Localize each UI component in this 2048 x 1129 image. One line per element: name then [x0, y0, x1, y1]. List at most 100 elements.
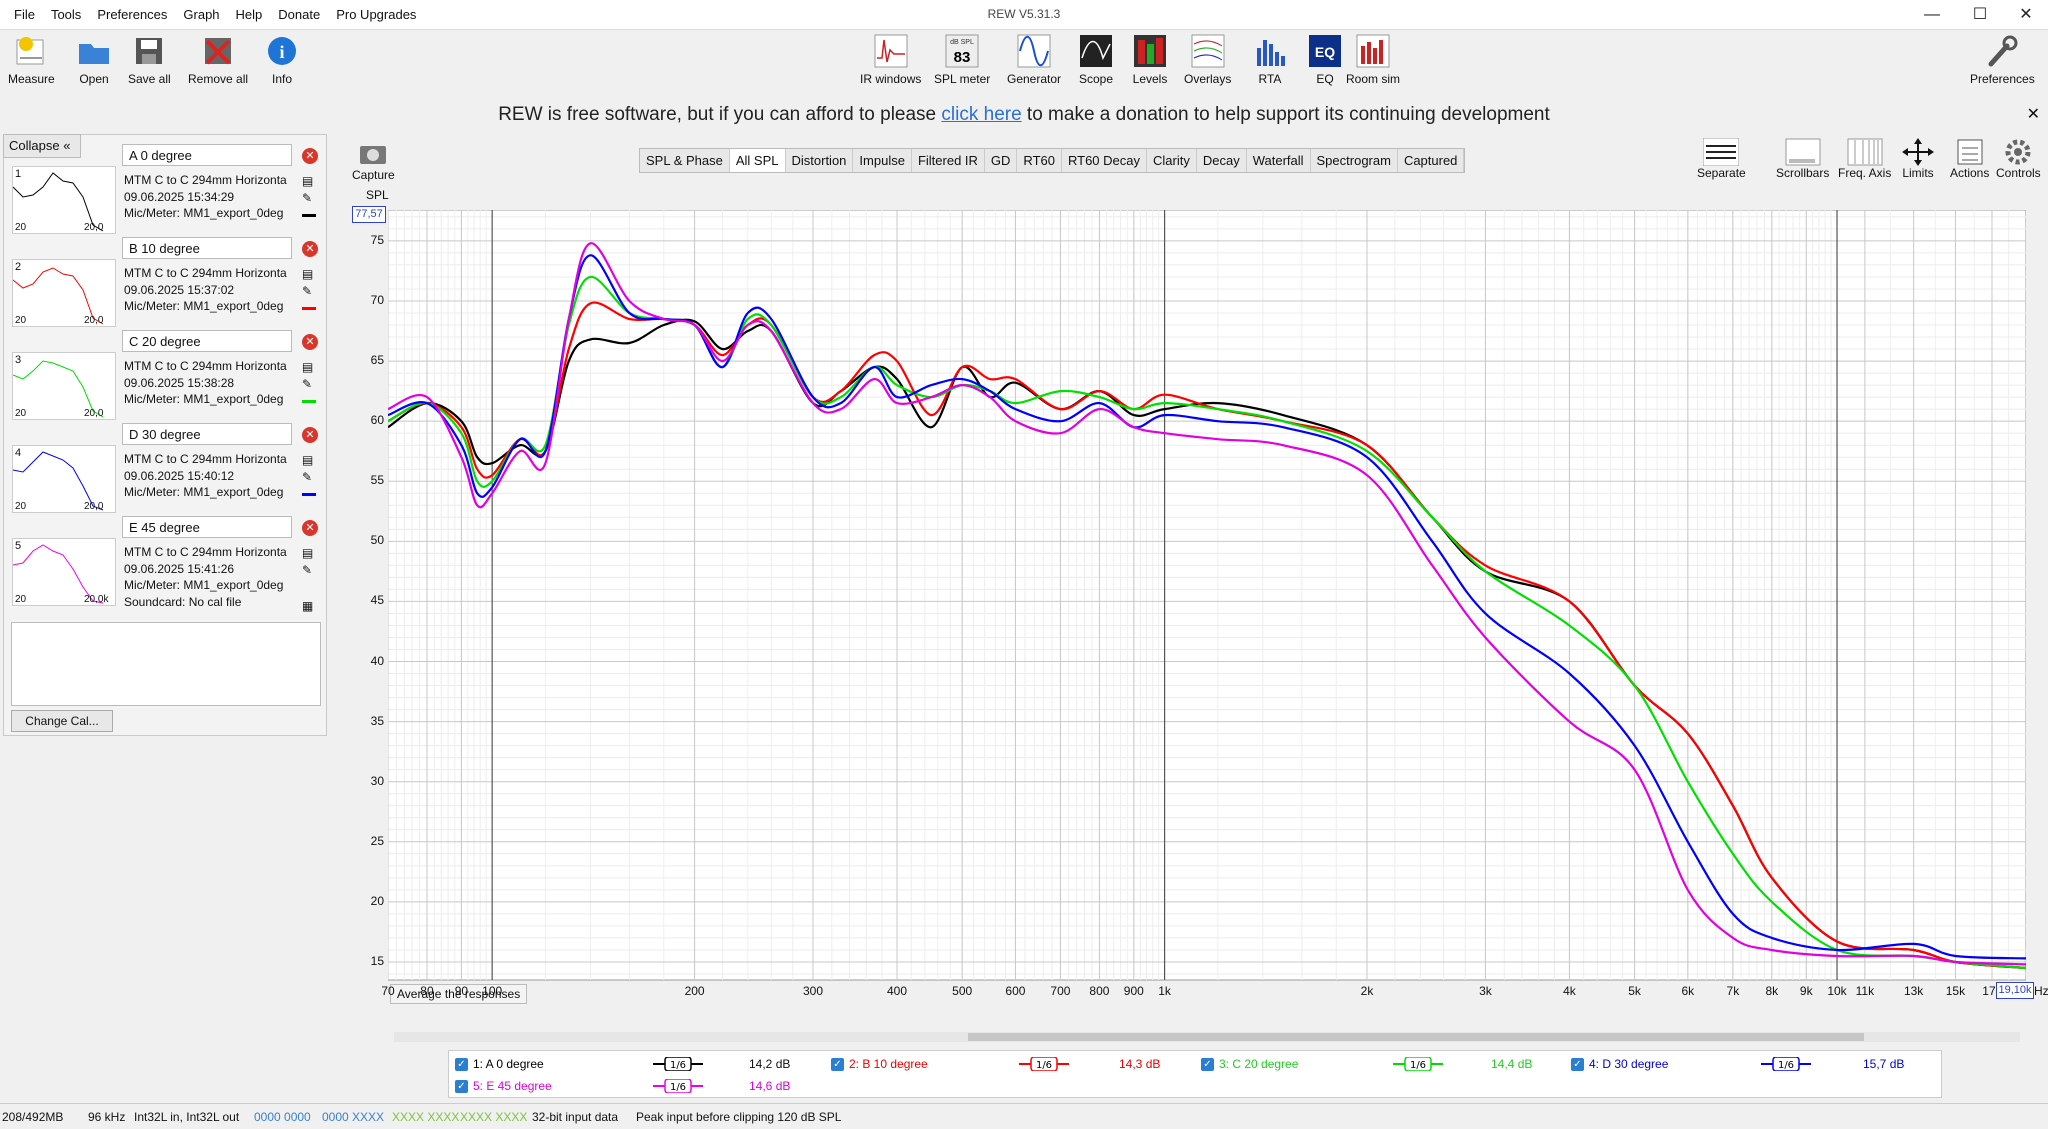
- legend-item[interactable]: ✓ 3: C 20 degree: [1201, 1057, 1298, 1071]
- smoothing-control[interactable]: 1/6: [653, 1057, 703, 1071]
- measurement-item[interactable]: A 0 degree ✕ 1 20 20,0 MTM C to C 294mm …: [4, 144, 324, 236]
- legend-level: 14,3 dB: [1119, 1057, 1161, 1071]
- tab-rt60[interactable]: RT60: [1017, 149, 1062, 172]
- notes-area[interactable]: [11, 622, 321, 706]
- tab-captured[interactable]: Captured: [1398, 149, 1465, 172]
- tab-spectrogram[interactable]: Spectrogram: [1311, 149, 1398, 172]
- ir-windows-button[interactable]: IR windows: [860, 34, 921, 86]
- x-tick-label: 6k: [1681, 984, 1695, 998]
- close-icon[interactable]: ✕: [2006, 4, 2046, 26]
- separate-button[interactable]: Separate: [1697, 138, 1746, 180]
- levels-button[interactable]: Levels: [1132, 34, 1168, 86]
- chart-icon[interactable]: ▤: [302, 360, 313, 374]
- measurement-item[interactable]: B 10 degree ✕ 2 20 20,0 MTM C to C 294mm…: [4, 237, 324, 329]
- rta-button[interactable]: RTA: [1252, 34, 1288, 86]
- main-toolbar: Measure Open Save all Remove all i Info …: [0, 30, 2048, 92]
- horizontal-scrollbar[interactable]: [394, 1032, 2020, 1042]
- legend-item[interactable]: ✓ 5: E 45 degree: [455, 1079, 552, 1093]
- smoothing-control[interactable]: 1/6: [1019, 1057, 1069, 1071]
- generator-button[interactable]: Generator: [1007, 34, 1061, 86]
- pen-icon[interactable]: ✎: [302, 191, 312, 205]
- spl-meter-button[interactable]: dB SPL 83 SPL meter: [934, 34, 990, 86]
- legend-item[interactable]: ✓ 1: A 0 degree: [455, 1057, 544, 1071]
- measurement-item[interactable]: D 30 degree ✕ 4 20 20,0 MTM C to C 294mm…: [4, 423, 324, 515]
- donate-link[interactable]: click here: [941, 104, 1021, 125]
- smoothing-control[interactable]: 1/6: [653, 1079, 703, 1093]
- x-tick-label: 13k: [1903, 984, 1924, 998]
- chart-icon[interactable]: ▤: [302, 174, 313, 188]
- measurement-name-field[interactable]: B 10 degree: [122, 237, 292, 259]
- trace-color-swatch[interactable]: [302, 307, 316, 310]
- save-all-button[interactable]: Save all: [128, 34, 171, 86]
- pen-icon[interactable]: ✎: [302, 563, 312, 577]
- minimize-icon[interactable]: —: [1912, 4, 1952, 26]
- scope-button[interactable]: Scope: [1078, 34, 1114, 86]
- tab-spl-phase[interactable]: SPL & Phase: [640, 149, 730, 172]
- remove-measurement-icon[interactable]: ✕: [302, 427, 318, 443]
- chart-icon[interactable]: ▤: [302, 267, 313, 281]
- info-button[interactable]: i Info: [264, 34, 300, 86]
- pen-icon[interactable]: ✎: [302, 377, 312, 391]
- measurement-name-field[interactable]: A 0 degree: [122, 144, 292, 166]
- preferences-button[interactable]: Preferences: [1970, 34, 2035, 86]
- measurement-item[interactable]: E 45 degree ✕ 5 20 20,0k MTM C to C 294m…: [4, 516, 324, 613]
- trace-color-swatch[interactable]: [302, 214, 316, 217]
- tab-rt60-decay[interactable]: RT60 Decay: [1062, 149, 1147, 172]
- maximize-icon[interactable]: ☐: [1960, 4, 2000, 26]
- overlays-button[interactable]: Overlays: [1184, 34, 1231, 86]
- controls-button[interactable]: Controls: [1996, 138, 2041, 180]
- pen-icon[interactable]: ✎: [302, 284, 312, 298]
- tab-filtered-ir[interactable]: Filtered IR: [912, 149, 985, 172]
- tab-gd[interactable]: GD: [985, 149, 1018, 172]
- measurement-item[interactable]: C 20 degree ✕ 3 20 20,0 MTM C to C 294mm…: [4, 330, 324, 422]
- banner-close-icon[interactable]: ✕: [2027, 104, 2040, 124]
- trace-color-swatch[interactable]: [302, 400, 316, 403]
- document-icon[interactable]: ▦: [302, 599, 316, 613]
- scrollbar-thumb[interactable]: [968, 1033, 1864, 1041]
- eq-button[interactable]: EQ EQ: [1307, 34, 1343, 86]
- trace-color-swatch[interactable]: [302, 493, 316, 496]
- y-top-limit-field[interactable]: 77,57: [352, 206, 386, 223]
- limits-button[interactable]: Limits: [1900, 138, 1936, 180]
- measure-button[interactable]: Measure: [8, 34, 55, 86]
- tab-all-spl[interactable]: All SPL: [729, 149, 786, 172]
- y-tick-label: 75: [370, 232, 384, 247]
- svg-text:1/6: 1/6: [1410, 1060, 1426, 1071]
- checkbox-icon: ✓: [455, 1079, 468, 1093]
- measurement-name-field[interactable]: E 45 degree: [122, 516, 292, 538]
- remove-all-button[interactable]: Remove all: [188, 34, 248, 86]
- legend-item[interactable]: ✓ 4: D 30 degree: [1571, 1057, 1668, 1071]
- capture-button[interactable]: Capture: [352, 140, 395, 182]
- smoothing-control[interactable]: 1/6: [1761, 1057, 1811, 1071]
- remove-measurement-icon[interactable]: ✕: [302, 148, 318, 164]
- measurement-name-field[interactable]: C 20 degree: [122, 330, 292, 352]
- chart-icon[interactable]: ▤: [302, 546, 313, 560]
- microphone-icon: [13, 34, 49, 68]
- open-button[interactable]: Open: [76, 34, 112, 86]
- freq-axis-button[interactable]: Freq. Axis: [1838, 138, 1891, 180]
- chart-icon[interactable]: ▤: [302, 453, 313, 467]
- legend-item[interactable]: ✓ 2: B 10 degree: [831, 1057, 928, 1071]
- room-sim-button[interactable]: Room sim: [1346, 34, 1400, 86]
- tab-clarity[interactable]: Clarity: [1147, 149, 1197, 172]
- pen-icon[interactable]: ✎: [302, 470, 312, 484]
- actions-button[interactable]: Actions: [1950, 138, 1989, 180]
- spl-graph[interactable]: [388, 210, 2026, 1010]
- tab-distortion[interactable]: Distortion: [786, 149, 854, 172]
- x-axis-unit: Hz: [2034, 984, 2048, 998]
- wrench-icon: [1984, 34, 2020, 68]
- smoothing-control[interactable]: 1/6: [1393, 1057, 1443, 1071]
- folder-icon: [76, 34, 112, 68]
- remove-measurement-icon[interactable]: ✕: [302, 334, 318, 350]
- eq-icon: EQ: [1307, 34, 1343, 68]
- input-bits: XXXX XXXX: [392, 1110, 460, 1124]
- remove-measurement-icon[interactable]: ✕: [302, 520, 318, 536]
- tab-waterfall[interactable]: Waterfall: [1247, 149, 1311, 172]
- measurement-name-field[interactable]: D 30 degree: [122, 423, 292, 445]
- tab-impulse[interactable]: Impulse: [853, 149, 912, 172]
- x-right-limit-field[interactable]: 19,10k: [1996, 982, 2034, 999]
- remove-measurement-icon[interactable]: ✕: [302, 241, 318, 257]
- change-cal-button[interactable]: Change Cal...: [11, 710, 113, 732]
- tab-decay[interactable]: Decay: [1197, 149, 1247, 172]
- scrollbars-button[interactable]: Scrollbars: [1776, 138, 1829, 180]
